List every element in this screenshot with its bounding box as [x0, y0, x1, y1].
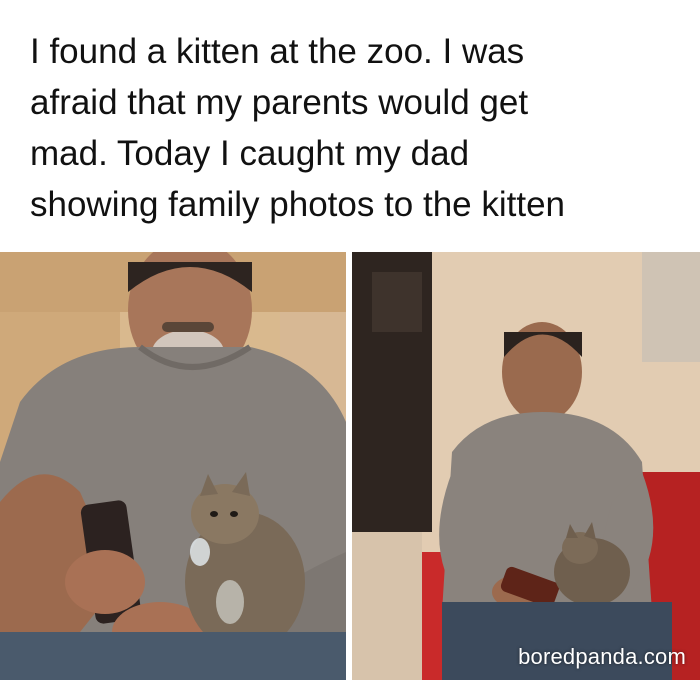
meme-caption: I found a kitten at the zoo. I was afrai… — [30, 26, 680, 230]
photo-closeup-illustration — [0, 252, 346, 680]
photo-man-on-couch-with-kitten: boredpanda.com — [352, 252, 700, 680]
photo-man-with-kitten-closeup — [0, 252, 346, 680]
caption-line-3: mad. Today I caught my dad — [30, 134, 470, 173]
caption-line-2: afraid that my parents would get — [30, 83, 529, 122]
caption-line-1: I found a kitten at the zoo. I was — [30, 32, 525, 71]
boredpanda-watermark: boredpanda.com — [518, 644, 686, 669]
caption-line-4: showing family photos to the kitten — [30, 185, 566, 224]
photo-couch-illustration — [352, 252, 700, 680]
